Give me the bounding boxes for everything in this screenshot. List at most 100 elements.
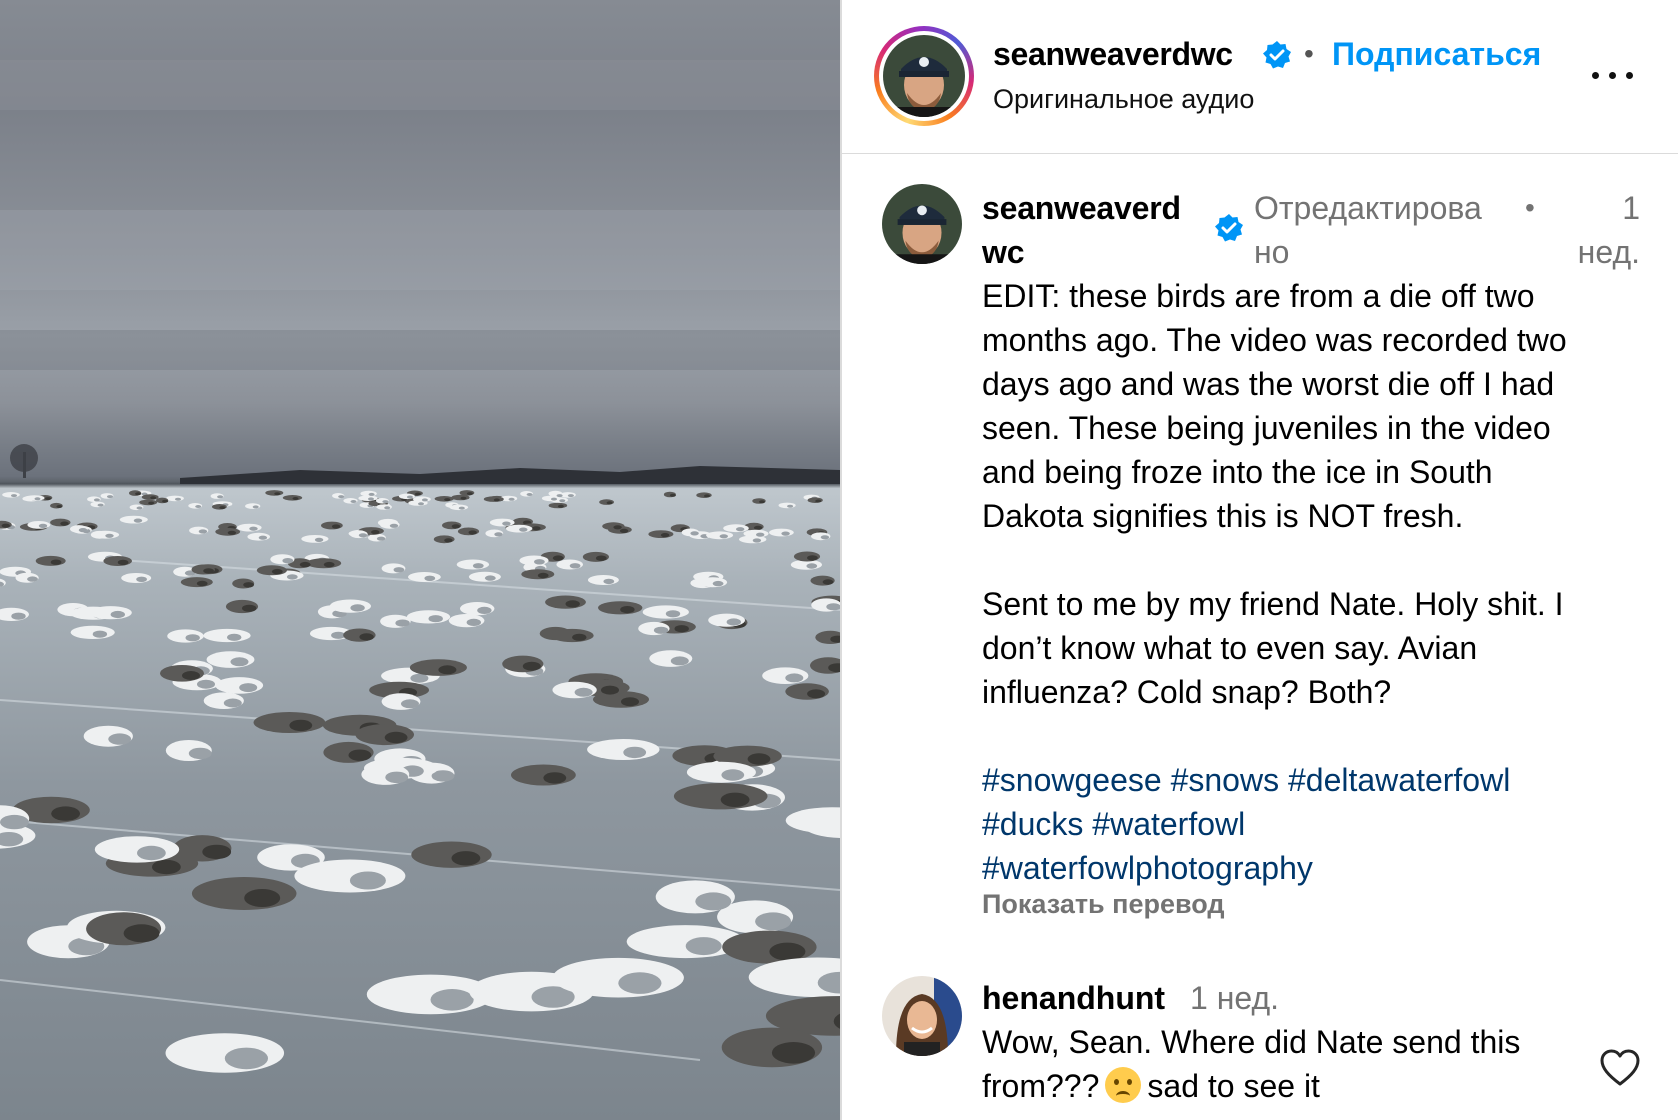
- goose-shadow: [620, 606, 635, 614]
- goose-shadow: [493, 498, 500, 502]
- goose-shadow: [532, 526, 541, 531]
- hashtag-link[interactable]: #snows: [1171, 762, 1280, 798]
- goose-shadow: [196, 580, 208, 587]
- heart-icon[interactable]: [1598, 1046, 1642, 1090]
- goose-shadow: [258, 535, 268, 540]
- goose-shadow: [38, 523, 48, 529]
- goose-shadow: [348, 749, 372, 761]
- goose-shadow: [368, 492, 375, 496]
- goose-shadow: [822, 579, 834, 585]
- goose: [769, 528, 794, 537]
- goose-shadow: [543, 772, 567, 784]
- goose-shadow: [137, 845, 166, 861]
- goose: [456, 559, 490, 570]
- goose-shadow: [747, 753, 771, 765]
- goose-shadow: [217, 495, 224, 499]
- goose-shadow: [227, 633, 242, 641]
- comment-text: Wow, Sean. Where did Nate send this from…: [982, 1024, 1521, 1104]
- goose-shadow: [534, 559, 545, 565]
- avatar[interactable]: [883, 35, 965, 117]
- goose: [166, 495, 184, 502]
- goose-shadow: [0, 814, 29, 830]
- goose: [548, 502, 568, 509]
- goose-shadow: [753, 525, 763, 530]
- caption-avatar[interactable]: [882, 184, 962, 264]
- goose-shadow: [428, 615, 443, 623]
- goose-shadow: [162, 499, 169, 503]
- goose-shadow: [410, 673, 429, 683]
- hashtag-link[interactable]: #waterfowl: [1092, 806, 1245, 842]
- goose-shadow: [175, 497, 181, 501]
- goose-shadow: [182, 671, 200, 680]
- goose-shadow: [92, 630, 108, 638]
- goose-shadow: [444, 498, 451, 502]
- header-username[interactable]: seanweaverdwc: [993, 36, 1233, 73]
- goose-shadow: [243, 582, 255, 588]
- comment-username[interactable]: henandhunt: [982, 976, 1165, 1020]
- goose-shadow: [618, 972, 662, 994]
- comment-timestamp[interactable]: 1 нед.: [1190, 976, 1279, 1020]
- goose-shadow: [274, 492, 281, 496]
- verified-badge-icon: [1214, 213, 1244, 243]
- edited-label: Отредактирова но: [1254, 190, 1482, 270]
- goose-shadow: [494, 532, 503, 537]
- goose-shadow: [695, 892, 732, 911]
- follow-button[interactable]: Подписаться: [1332, 36, 1541, 73]
- caption-line: don’t know what to even say. Avian: [982, 630, 1478, 666]
- goose-shadow: [51, 806, 80, 821]
- goose-shadow: [551, 497, 557, 501]
- goose-shadow: [331, 524, 341, 529]
- goose-shadow: [595, 555, 607, 561]
- goose-shadow: [384, 731, 408, 744]
- goose-shadow: [690, 531, 699, 536]
- goose-shadow: [105, 533, 114, 538]
- goose-shadow: [227, 530, 237, 535]
- hashtag-link[interactable]: #waterfowlphotography: [982, 850, 1313, 886]
- goose-shadow: [685, 937, 722, 956]
- hashtag-link[interactable]: #ducks: [982, 806, 1083, 842]
- post-media[interactable]: [0, 0, 840, 1120]
- dead-geese: [0, 490, 840, 1073]
- goose: [265, 490, 284, 496]
- caption-username[interactable]: seanweaverd wc: [982, 186, 1212, 274]
- goose: [413, 496, 431, 503]
- goose: [587, 575, 619, 585]
- goose-shadow: [458, 506, 465, 510]
- caption-timestamp[interactable]: 1 нед.: [1550, 186, 1640, 274]
- caption-line: days ago and was the worst die off I had: [982, 366, 1555, 402]
- goose-shadow: [603, 578, 615, 585]
- goose-shadow: [756, 532, 765, 537]
- goose-shadow: [669, 493, 676, 497]
- goose: [489, 518, 515, 527]
- goose-shadow: [376, 536, 386, 541]
- goose-shadow: [136, 576, 148, 582]
- goose: [505, 524, 533, 533]
- goose-shadow: [117, 559, 129, 566]
- goose: [24, 495, 45, 501]
- goose-shadow: [552, 555, 564, 561]
- goose-shadow: [185, 634, 200, 642]
- comment-avatar[interactable]: [882, 976, 962, 1056]
- more-horizontal-icon[interactable]: [1588, 60, 1638, 90]
- goose-shadow: [752, 538, 762, 543]
- hashtag-link[interactable]: #snowgeese: [982, 762, 1162, 798]
- goose-shadow: [785, 673, 804, 683]
- hashtag-link[interactable]: #deltawaterfowl: [1288, 762, 1510, 798]
- goose: [89, 606, 132, 620]
- caption-line: seen. These being juveniles in the video: [982, 410, 1551, 446]
- goose-shadow: [704, 494, 710, 498]
- story-ring[interactable]: [874, 26, 974, 126]
- goose-shadow: [414, 492, 421, 496]
- goose-shadow: [519, 527, 528, 532]
- original-audio-link[interactable]: Оригинальное аудио: [993, 84, 1254, 115]
- goose-shadow: [759, 500, 765, 504]
- goose: [180, 577, 213, 588]
- goose-shadow: [574, 687, 593, 697]
- goose-shadow: [133, 518, 143, 523]
- goose-shadow: [421, 498, 428, 502]
- goose: [141, 494, 159, 500]
- goose-shadow: [292, 497, 299, 500]
- goose: [673, 783, 768, 810]
- verified-badge-icon: [1262, 40, 1292, 70]
- show-translation-button[interactable]: Показать перевод: [982, 889, 1225, 920]
